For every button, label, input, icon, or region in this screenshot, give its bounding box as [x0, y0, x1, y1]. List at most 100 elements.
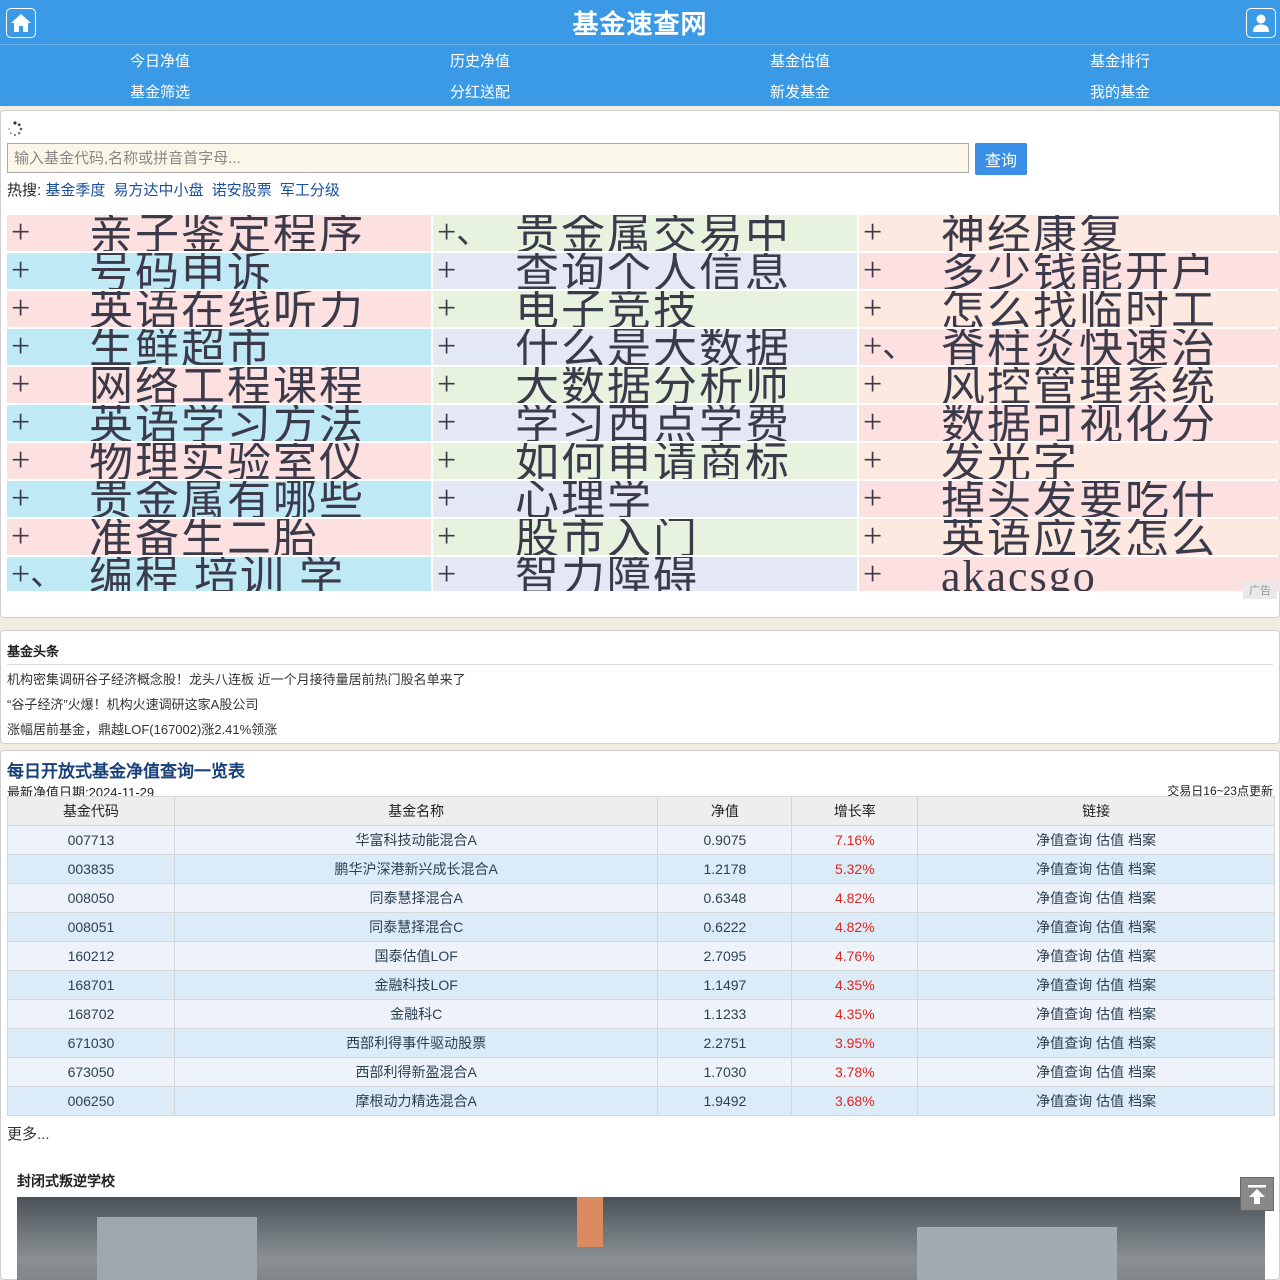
- ad-link[interactable]: +、 编程 培训 学: [7, 557, 431, 591]
- ad-link[interactable]: + 网络工程课程: [7, 367, 431, 403]
- ad-link[interactable]: + 英语在线听力: [7, 291, 431, 327]
- fund-link[interactable]: 档案: [1128, 919, 1156, 935]
- ad-link[interactable]: + 多少钱能开户: [859, 253, 1280, 289]
- ad-link[interactable]: +、 脊柱炎快速治: [859, 329, 1280, 365]
- hot-search-link[interactable]: 军工分级: [280, 182, 340, 199]
- fund-panel: 每日开放式基金净值查询一览表 最新净值日期:2024-11-29 交易日16~2…: [0, 750, 1280, 1280]
- plus-icon: +: [863, 253, 883, 289]
- nav-item[interactable]: 历史净值: [320, 45, 640, 76]
- ad-link[interactable]: +、 贵金属交易中: [433, 215, 857, 251]
- back-to-top-button[interactable]: [1240, 1177, 1274, 1211]
- ad-link[interactable]: + 什么是大数据: [433, 329, 857, 365]
- ad-text: 英语在线听力: [89, 291, 365, 327]
- promo-title[interactable]: 封闭式叛逆学校: [17, 1171, 115, 1191]
- fund-growth-rate: 4.76%: [791, 941, 919, 971]
- news-item[interactable]: “谷子经济”火爆！机构火速调研这家A股公司: [7, 692, 1273, 717]
- ad-link[interactable]: + 风控管理系统: [859, 367, 1280, 403]
- ad-link[interactable]: + 查询个人信息: [433, 253, 857, 289]
- plus-icon: +、: [863, 329, 917, 365]
- ad-link[interactable]: + 学习西点学费: [433, 405, 857, 441]
- search-button[interactable]: 查询: [975, 143, 1027, 175]
- fund-links: 净值查询 估值 档案: [917, 941, 1275, 971]
- news-item[interactable]: 机构密集调研谷子经济概念股！龙头八连板 近一个月接待量居前热门股名单来了: [7, 667, 1273, 692]
- promo-image[interactable]: [17, 1197, 1265, 1280]
- plus-icon: +: [11, 405, 31, 441]
- fund-link[interactable]: 估值: [1096, 977, 1124, 993]
- search-input[interactable]: [7, 143, 969, 173]
- fund-link[interactable]: 净值查询: [1036, 832, 1092, 848]
- ad-link[interactable]: + 智力障碍: [433, 557, 857, 591]
- nav-item[interactable]: 基金排行: [960, 45, 1280, 76]
- nav-item[interactable]: 分红送配: [320, 76, 640, 107]
- ad-link[interactable]: + 大数据分析师: [433, 367, 857, 403]
- fund-link[interactable]: 净值查询: [1036, 948, 1092, 964]
- ad-link[interactable]: + 怎么找临时工: [859, 291, 1280, 327]
- ad-link[interactable]: + 亲子鉴定程序: [7, 215, 431, 251]
- ad-link[interactable]: + 股市入门: [433, 519, 857, 555]
- fund-link[interactable]: 净值查询: [1036, 890, 1092, 906]
- site-title[interactable]: 基金速查网: [572, 4, 707, 41]
- fund-link[interactable]: 档案: [1128, 1006, 1156, 1022]
- ad-link[interactable]: + 物理实验室仪: [7, 443, 431, 479]
- ad-link[interactable]: + 贵金属有哪些: [7, 481, 431, 517]
- fund-link[interactable]: 档案: [1128, 832, 1156, 848]
- plus-icon: +: [863, 443, 883, 479]
- plus-icon: +: [437, 253, 457, 289]
- ad-link[interactable]: + 电子竞技: [433, 291, 857, 327]
- fund-code: 008051: [7, 912, 175, 942]
- hot-search-link[interactable]: 易方达中小盘: [114, 182, 204, 199]
- ad-link[interactable]: + akacsgo: [859, 557, 1280, 591]
- fund-link[interactable]: 估值: [1096, 1006, 1124, 1022]
- nav-item[interactable]: 基金筛选: [0, 76, 320, 107]
- fund-link[interactable]: 估值: [1096, 948, 1124, 964]
- table-row: 168702 金融科C 1.1233 4.35% 净值查询 估值 档案: [7, 999, 1275, 1029]
- fund-link[interactable]: 档案: [1128, 1064, 1156, 1080]
- fund-link[interactable]: 估值: [1096, 1093, 1124, 1109]
- fund-link[interactable]: 档案: [1128, 948, 1156, 964]
- fund-link[interactable]: 档案: [1128, 890, 1156, 906]
- fund-link[interactable]: 估值: [1096, 1035, 1124, 1051]
- ad-link[interactable]: + 如何申请商标: [433, 443, 857, 479]
- fund-link[interactable]: 净值查询: [1036, 1006, 1092, 1022]
- fund-growth-rate: 4.35%: [791, 970, 919, 1000]
- fund-code: 673050: [7, 1057, 175, 1087]
- news-panel: 基金头条 机构密集调研谷子经济概念股！龙头八连板 近一个月接待量居前热门股名单来…: [0, 630, 1280, 744]
- ad-link[interactable]: + 神经康复: [859, 215, 1280, 251]
- fund-link[interactable]: 估值: [1096, 890, 1124, 906]
- fund-link[interactable]: 净值查询: [1036, 977, 1092, 993]
- ad-link[interactable]: + 生鲜超市: [7, 329, 431, 365]
- ad-link[interactable]: + 发光字: [859, 443, 1280, 479]
- ad-link[interactable]: + 掉头发要吃什: [859, 481, 1280, 517]
- nav-item[interactable]: 我的基金: [960, 76, 1280, 107]
- fund-link[interactable]: 档案: [1128, 861, 1156, 877]
- fund-link[interactable]: 档案: [1128, 977, 1156, 993]
- home-button[interactable]: [6, 8, 36, 38]
- ad-text: 贵金属交易中: [515, 215, 791, 251]
- fund-link[interactable]: 估值: [1096, 919, 1124, 935]
- ad-link[interactable]: + 心理学: [433, 481, 857, 517]
- fund-link[interactable]: 净值查询: [1036, 1093, 1092, 1109]
- fund-link[interactable]: 档案: [1128, 1093, 1156, 1109]
- news-item[interactable]: 涨幅居前基金，鼎越LOF(167002)涨2.41%领涨: [7, 717, 1273, 742]
- fund-link[interactable]: 净值查询: [1036, 1035, 1092, 1051]
- fund-link[interactable]: 估值: [1096, 832, 1124, 848]
- nav-item[interactable]: 今日净值: [0, 45, 320, 76]
- ad-link[interactable]: + 数据可视化分: [859, 405, 1280, 441]
- fund-link[interactable]: 净值查询: [1036, 1064, 1092, 1080]
- hot-search-link[interactable]: 基金季度: [45, 182, 105, 199]
- fund-link[interactable]: 净值查询: [1036, 861, 1092, 877]
- nav-item[interactable]: 新发基金: [640, 76, 960, 107]
- fund-link[interactable]: 估值: [1096, 1064, 1124, 1080]
- ad-link[interactable]: + 准备生二胎: [7, 519, 431, 555]
- nav-item[interactable]: 基金估值: [640, 45, 960, 76]
- ad-link[interactable]: + 号码申诉: [7, 253, 431, 289]
- more-link[interactable]: 更多...: [7, 1123, 50, 1144]
- fund-link[interactable]: 估值: [1096, 861, 1124, 877]
- fund-link[interactable]: 档案: [1128, 1035, 1156, 1051]
- ad-link[interactable]: + 英语学习方法: [7, 405, 431, 441]
- ad-link[interactable]: + 英语应该怎么: [859, 519, 1280, 555]
- fund-link[interactable]: 净值查询: [1036, 919, 1092, 935]
- ad-badge[interactable]: 广告: [1243, 581, 1277, 599]
- user-button[interactable]: [1246, 8, 1276, 38]
- hot-search-link[interactable]: 诺安股票: [212, 182, 272, 199]
